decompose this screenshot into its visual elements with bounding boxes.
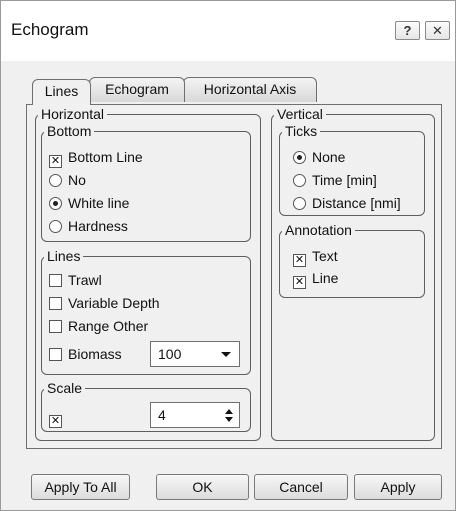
- spin-down-icon[interactable]: [225, 417, 233, 422]
- annotation-line-label: Line: [312, 270, 339, 286]
- annotation-text-label: Text: [312, 248, 338, 264]
- bottom-line-label: Bottom Line: [68, 149, 143, 165]
- tab-horizontal-axis[interactable]: Horizontal Axis: [183, 77, 317, 102]
- biomass-label: Biomass: [68, 346, 122, 362]
- radio-button-selected[interactable]: [49, 197, 62, 210]
- variable-depth-label: Variable Depth: [68, 295, 160, 311]
- apply-button[interactable]: Apply: [354, 474, 442, 500]
- tab-echogram[interactable]: Echogram: [89, 77, 185, 102]
- radio-button[interactable]: [293, 197, 306, 210]
- apply-to-all-button[interactable]: Apply To All: [31, 474, 130, 500]
- help-button[interactable]: ?: [395, 21, 420, 40]
- annotation-line-checkbox[interactable]: ✕ Line: [293, 269, 339, 289]
- variable-depth-check-box[interactable]: [49, 297, 62, 310]
- ticks-legend: Ticks: [285, 123, 318, 139]
- annotation-text-checkbox[interactable]: ✕ Text: [293, 247, 338, 267]
- dialog-title: Echogram: [11, 20, 89, 39]
- variable-depth-checkbox[interactable]: Variable Depth: [49, 294, 160, 312]
- annotation-text-check-box[interactable]: ✕: [293, 254, 306, 267]
- close-button[interactable]: ✕: [425, 21, 450, 40]
- vertical-legend: Vertical: [277, 106, 323, 122]
- scale-checkbox[interactable]: ✕: [49, 408, 68, 428]
- horizontal-legend: Horizontal: [41, 106, 105, 122]
- radio-button-selected[interactable]: [293, 151, 306, 164]
- bottom-hardness-radio[interactable]: Hardness: [49, 217, 128, 235]
- cancel-button[interactable]: Cancel: [254, 474, 348, 500]
- annotation-legend: Annotation: [285, 222, 352, 238]
- bottom-line-checkbox[interactable]: ✕ Bottom Line: [49, 148, 143, 168]
- biomass-checkbox[interactable]: Biomass: [49, 345, 122, 363]
- range-other-check-box[interactable]: [49, 320, 62, 333]
- bottom-legend: Bottom: [47, 123, 92, 139]
- radio-label: Distance [nmi]: [312, 195, 401, 211]
- trawl-label: Trawl: [68, 272, 102, 288]
- echogram-dialog: Echogram ? ✕ Lines Echogram Horizontal A…: [0, 0, 456, 511]
- spin-up-icon[interactable]: [225, 409, 233, 414]
- ticks-none-radio[interactable]: None: [293, 148, 345, 166]
- range-other-label: Range Other: [68, 318, 149, 334]
- annotation-line-check-box[interactable]: ✕: [293, 276, 306, 289]
- lines-tab-panel: Horizontal Bottom ✕ Bottom Line No White …: [26, 104, 442, 449]
- radio-label: No: [68, 172, 86, 188]
- radio-button[interactable]: [49, 174, 62, 187]
- biomass-select[interactable]: 100: [150, 341, 240, 367]
- trawl-checkbox[interactable]: Trawl: [49, 271, 102, 289]
- trawl-check-box[interactable]: [49, 274, 62, 287]
- radio-button[interactable]: [293, 174, 306, 187]
- scale-legend: Scale: [47, 380, 83, 396]
- scale-check-box[interactable]: ✕: [49, 415, 62, 428]
- radio-button[interactable]: [49, 220, 62, 233]
- scale-value: 4: [158, 407, 166, 423]
- bottom-white-line-radio[interactable]: White line: [49, 194, 129, 212]
- ok-button[interactable]: OK: [156, 474, 249, 500]
- radio-label: White line: [68, 195, 130, 211]
- bottom-line-check-box[interactable]: ✕: [49, 155, 62, 168]
- range-other-checkbox[interactable]: Range Other: [49, 317, 148, 335]
- radio-label: Time [min]: [312, 172, 377, 188]
- bottom-no-radio[interactable]: No: [49, 171, 86, 189]
- biomass-value: 100: [158, 346, 182, 362]
- scale-spinbox[interactable]: 4: [150, 402, 240, 428]
- biomass-check-box[interactable]: [49, 348, 62, 361]
- tab-lines[interactable]: Lines: [32, 79, 91, 105]
- chevron-down-icon[interactable]: [221, 352, 231, 357]
- ticks-time-radio[interactable]: Time [min]: [293, 171, 377, 189]
- ticks-distance-radio[interactable]: Distance [nmi]: [293, 194, 401, 212]
- radio-label: Hardness: [68, 218, 128, 234]
- title-bar: Echogram ? ✕: [1, 1, 455, 61]
- lines-legend: Lines: [47, 248, 81, 264]
- radio-label: None: [312, 149, 346, 165]
